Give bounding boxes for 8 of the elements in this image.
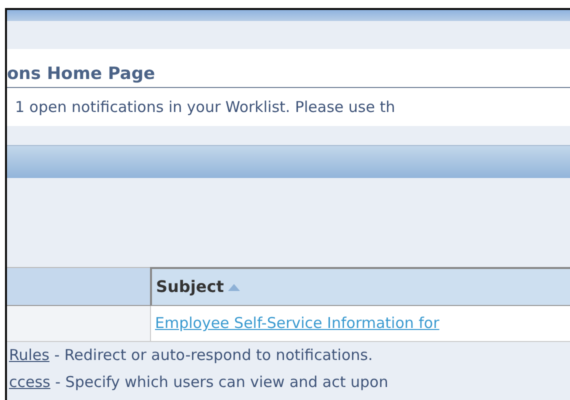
notification-message: 1 open notifications in your Worklist. Please use th — [15, 96, 396, 118]
column-header[interactable] — [7, 267, 150, 306]
link[interactable]: ccess — [9, 373, 50, 391]
page-title: ons Home Page — [7, 64, 156, 86]
column-header[interactable]: Subject — [150, 267, 570, 306]
link-description: ccess - Specify which users can view and act upon — [9, 372, 390, 393]
link-description: Rules - Redirect or auto-respond to notifications. — [9, 345, 374, 366]
link[interactable]: Rules — [9, 346, 50, 364]
